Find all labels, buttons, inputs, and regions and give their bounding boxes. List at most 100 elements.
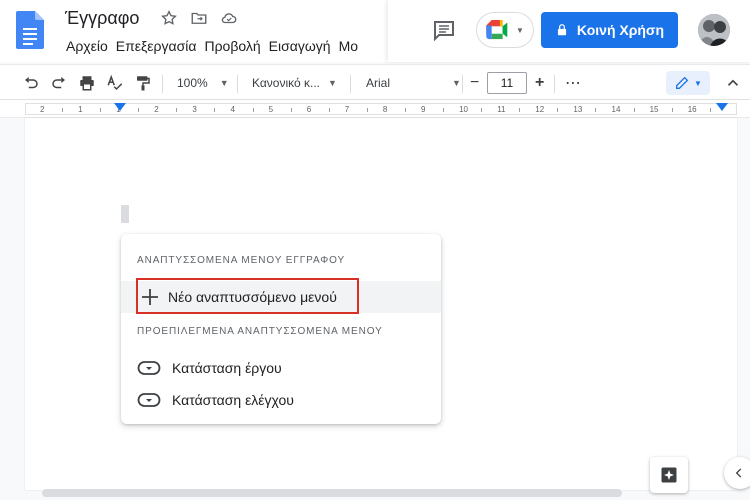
ruler-tick [633,108,635,112]
ruler-number: 5 [268,105,274,114]
header-actions: ▼ Κοινή Χρήση [388,0,750,62]
pencil-icon [676,76,689,89]
horizontal-ruler[interactable]: 2 1 1 2 3 4 5 6 7 8 9 10 11 12 13 14 15 16 [0,100,750,118]
ruler-tick [62,108,64,112]
toolbar-divider [237,75,238,93]
ruler-number: 15 [649,105,659,114]
menu-edit[interactable]: Επεξεργασία [112,36,201,56]
paint-format-button[interactable] [134,65,152,101]
ruler-number: 11 [497,105,506,114]
ruler-number: 2 [154,105,159,114]
document-title[interactable]: Έγγραφο [65,8,139,29]
toolbar-divider [162,75,163,93]
formatting-toolbar: 100% ▼ Κανονικό κ... ▼ Arial ▼ − 11 + ⋯ … [0,64,750,100]
more-options-button[interactable]: ⋯ [565,65,581,101]
star-icon[interactable] [160,9,178,27]
explore-button[interactable] [650,457,688,493]
lock-icon [557,24,567,36]
preset-review-status[interactable]: Κατάσταση ελέγχου [137,388,294,412]
ruler-track: 2 1 1 2 3 4 5 6 7 8 9 10 11 12 13 14 15 16 [25,103,737,115]
font-select[interactable]: Arial ▼ [366,65,461,101]
print-icon [80,76,94,91]
ruler-tick [366,108,368,112]
meet-icon [486,20,508,40]
decrease-font-size-button[interactable]: − [470,65,479,101]
ruler-number: 13 [573,105,583,114]
ruler-number: 1 [78,105,83,114]
comment-history-icon[interactable] [432,18,456,42]
move-to-folder-icon[interactable] [190,9,208,27]
spellcheck-icon [107,74,123,91]
cloud-saved-icon[interactable] [220,9,238,27]
toolbar-divider [554,75,555,93]
paragraph-style-select[interactable]: Κανονικό κ... ▼ [252,65,337,101]
zoom-value: 100% [177,76,208,90]
ruler-number: 2 [40,105,45,114]
ruler-tick [328,108,330,112]
right-indent-marker-icon[interactable] [716,103,728,113]
ruler-number: 9 [421,105,426,114]
menu-format[interactable]: Μο [335,36,362,56]
ruler-tick [214,108,216,112]
editing-mode-button[interactable]: ▼ [666,71,710,95]
ruler-number: 10 [459,105,468,114]
print-button[interactable] [78,65,96,101]
menu-insert[interactable]: Εισαγωγή [265,36,335,56]
docs-logo-icon[interactable] [16,11,44,49]
redo-icon [52,77,65,89]
user-photo-icon [698,14,730,46]
share-button[interactable]: Κοινή Χρήση [541,12,678,48]
dropdown-chip-icon [137,361,161,375]
menu-bar: Αρχείο Επεξεργασία Προβολή Εισαγωγή Μο [62,36,362,56]
ruler-tick [671,108,673,112]
preset-project-status[interactable]: Κατάσταση έργου [137,356,282,380]
preset-label: Κατάσταση έργου [172,360,282,376]
explore-sparkle-icon [661,467,677,483]
plus-icon: + [535,74,545,91]
preset-label: Κατάσταση ελέγχου [172,392,294,408]
ruler-tick [557,108,559,112]
zoom-select[interactable]: 100% ▼ [177,65,229,101]
ruler-tick [709,108,711,112]
chevron-down-icon: ▼ [219,78,229,88]
font-size-input[interactable]: 11 [487,72,527,94]
dropdown-chip-icon [137,393,161,407]
ruler-number: 7 [344,105,350,114]
text-cursor-placeholder [121,205,129,223]
menu-view[interactable]: Προβολή [200,36,264,56]
share-label: Κοινή Χρήση [576,22,665,38]
meet-button[interactable]: ▼ [476,12,534,48]
paint-format-icon [137,76,150,91]
left-indent-marker-icon[interactable] [114,103,126,113]
ruler-number: 14 [611,105,621,114]
document-dropdowns-heading: ΑΝΑΠΤΥΣΣΟΜΕΝΑ ΜΕΝΟΥ ΕΓΓΡΑΦΟΥ [137,255,346,266]
redo-button[interactable] [50,65,68,101]
chevron-down-icon: ▼ [694,78,702,88]
menu-file[interactable]: Αρχείο [62,36,112,56]
dropdown-chips-menu: ΑΝΑΠΤΥΣΣΟΜΕΝΑ ΜΕΝΟΥ ΕΓΓΡΑΦΟΥ Νέο αναπτυσ… [121,234,441,424]
ruler-number: 12 [535,105,545,114]
preset-dropdowns-heading: ΠΡΟΕΠΙΛΕΓΜΕΝΑ ΑΝΑΠΤΥΣΣΟΜΕΝΑ ΜΕΝΟΥ [137,326,383,337]
chevron-down-icon: ▼ [516,25,524,35]
minus-icon: − [470,74,480,91]
chevron-left-icon [735,468,742,478]
ruler-number: 4 [230,105,235,114]
ruler-tick [595,108,597,112]
ruler-tick [176,108,178,112]
toolbar-divider [350,75,351,93]
ruler-number: 8 [382,105,388,114]
chevron-down-icon: ▼ [328,78,337,88]
ruler-number: 16 [687,105,697,114]
spellcheck-button[interactable] [106,65,124,101]
font-value: Arial [366,76,391,90]
ruler-tick [443,108,445,112]
ruler-tick [138,108,140,112]
collapse-menus-button[interactable] [724,65,742,101]
horizontal-scrollbar[interactable] [42,489,622,497]
undo-button[interactable] [22,65,40,101]
ruler-tick [404,108,406,112]
ruler-tick [100,108,102,112]
increase-font-size-button[interactable]: + [535,65,544,101]
avatar[interactable] [698,14,730,46]
side-panel-toggle[interactable] [724,457,750,489]
